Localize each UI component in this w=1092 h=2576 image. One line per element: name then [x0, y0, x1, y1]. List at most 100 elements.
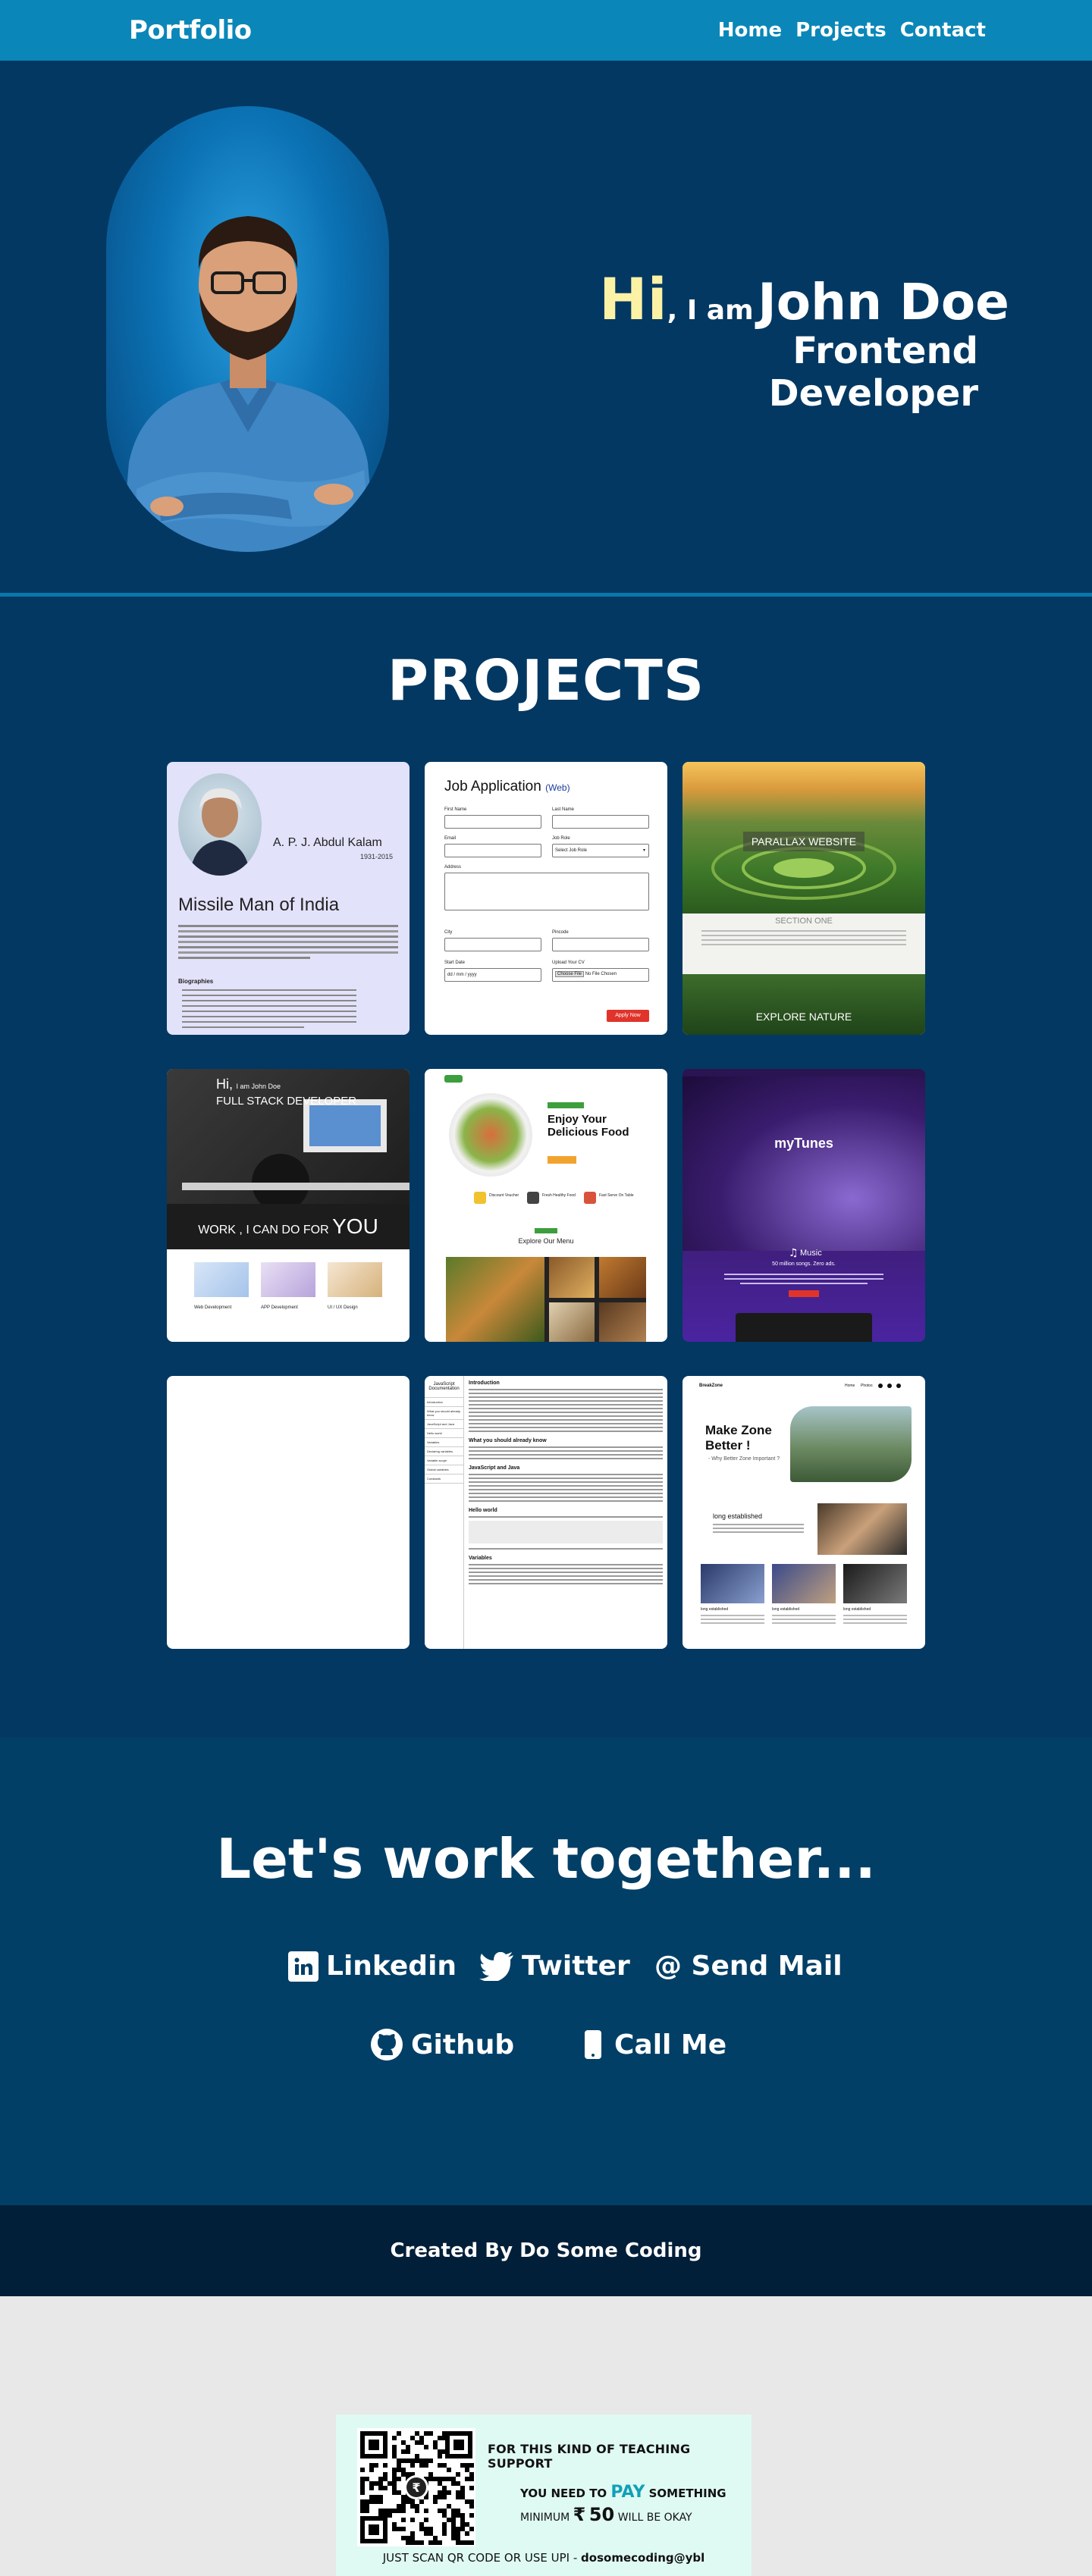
input-first-name[interactable]	[444, 815, 541, 829]
project-card-kalam[interactable]: A. P. J. Abdul Kalam 1931-2015 Missile M…	[167, 762, 410, 1035]
food-menu-title: Explore Our Menu	[518, 1237, 574, 1245]
call-me-link[interactable]: Call Me	[579, 2028, 726, 2061]
label-address: Address	[444, 865, 462, 870]
hero-hi: Hi	[599, 265, 667, 333]
input-upload-cv[interactable]: Choose File No File Chosen	[552, 968, 649, 982]
fullstack-service-app	[261, 1262, 315, 1297]
input-last-name[interactable]	[552, 815, 649, 829]
docs-sidebar-title: JavaScript Documentation	[428, 1382, 460, 1391]
kalam-text-lines	[178, 925, 398, 959]
choose-file-button[interactable]: Choose File	[555, 971, 585, 977]
linkedin-label: Linkedin	[326, 1951, 457, 1982]
project-card-blank[interactable]	[167, 1376, 410, 1649]
kalam-headline: Missile Man of India	[178, 895, 340, 915]
hero-greeting: Hi, I am John Doe	[599, 265, 1009, 333]
project-card-mytunes[interactable]: myTunes ♫ Music 50 million songs. Zero a…	[682, 1069, 925, 1342]
github-link[interactable]: Github	[370, 2028, 514, 2061]
project-card-js-docs[interactable]: JavaScript Documentation Introduction Wh…	[425, 1376, 667, 1649]
breakzone-thumb-3	[843, 1564, 907, 1603]
twitter-link[interactable]: Twitter	[479, 1951, 630, 1982]
project-card-food[interactable]: Enjoy Your Delicious Food Discount Vouch…	[425, 1069, 667, 1342]
parallax-section-title: SECTION ONE	[775, 917, 833, 926]
fullstack-service-ux	[328, 1262, 382, 1297]
input-email[interactable]	[444, 844, 541, 857]
send-mail-link[interactable]: @ Send Mail	[654, 1951, 843, 1982]
at-icon: @ Send Mail	[654, 1951, 843, 1982]
food-feature-fresh: Fresh Healthy Food	[542, 1193, 576, 1198]
docs-sidebar: JavaScript Documentation Introduction Wh…	[425, 1376, 464, 1649]
call-me-label: Call Me	[614, 2029, 727, 2060]
kalam-name: A. P. J. Abdul Kalam	[273, 836, 382, 849]
docs-sidebar-item[interactable]: Constants	[425, 1474, 463, 1484]
chevron-down-icon: ▾	[642, 848, 645, 853]
nav-link-home[interactable]: Home	[718, 19, 782, 42]
input-pincode[interactable]	[552, 938, 649, 951]
project-card-fullstack[interactable]: Hi, I am John Doe FULL STACK DEVELOPER W…	[167, 1069, 410, 1342]
select-job-role[interactable]: Select Job Role ▾	[552, 844, 649, 857]
apply-now-button[interactable]: Apply Now	[607, 1010, 649, 1022]
hero-iam: , I am	[667, 295, 754, 326]
breakzone-item-title: long established	[772, 1607, 800, 1612]
mytunes-cta-button[interactable]	[789, 1290, 819, 1297]
breakzone-block-title: long established	[713, 1512, 763, 1520]
input-city[interactable]	[444, 938, 541, 951]
github-icon	[370, 2028, 403, 2061]
docs-sidebar-item[interactable]: JavaScript and Java	[425, 1419, 463, 1428]
fullstack-service-app-label: APP Development	[261, 1305, 298, 1310]
docs-sidebar-item[interactable]: Hello world	[425, 1428, 463, 1437]
contact-title: Let's work together...	[216, 1827, 876, 1891]
project-card-breakzone[interactable]: BreakZone Home Photos Make Zone Better !…	[682, 1376, 925, 1649]
docs-sidebar-item[interactable]: Variables	[425, 1437, 463, 1446]
docs-sidebar-item[interactable]: Introduction	[425, 1397, 463, 1406]
breakzone-item-lines	[701, 1615, 907, 1624]
footer: Created By Do Some Coding	[0, 2205, 1092, 2296]
qr-code: ₹	[357, 2428, 475, 2546]
breakzone-hero-image	[790, 1406, 912, 1482]
food-order-button[interactable]	[548, 1156, 576, 1164]
food-feature-fresh-icon	[527, 1192, 539, 1204]
mytunes-text-lines	[724, 1274, 883, 1284]
food-menu-grid	[446, 1257, 646, 1342]
footer-credit: Created By Do Some Coding	[390, 2239, 702, 2262]
input-address[interactable]	[444, 873, 649, 910]
food-logo-icon	[444, 1075, 463, 1083]
rupee-icon: ₹	[573, 2504, 586, 2525]
docs-sidebar-item[interactable]: Global variables	[425, 1465, 463, 1474]
food-feature-voucher-icon	[474, 1192, 486, 1204]
breakzone-nav-home[interactable]: Home	[845, 1384, 855, 1388]
docs-sidebar-item[interactable]: Variable scope	[425, 1456, 463, 1465]
nav-links: Home Projects Contact	[718, 19, 986, 42]
kalam-biographies: Biographies	[178, 978, 214, 985]
nav-link-contact[interactable]: Contact	[900, 19, 986, 42]
fullstack-service-web-label: Web Development	[194, 1305, 232, 1310]
project-card-job-application[interactable]: Job Application (Web) First Name Last Na…	[425, 762, 667, 1035]
label-city: City	[444, 930, 453, 935]
food-feature-fast: Fast Serve On Table	[599, 1193, 634, 1198]
project-card-parallax[interactable]: PARALLAX WEBSITE SECTION ONE EXPLORE NAT…	[682, 762, 925, 1035]
docs-section-title: What you should already know	[469, 1438, 547, 1443]
breakzone-block-image	[817, 1503, 907, 1555]
support-upi-line: JUST SCAN QR CODE OR USE UPI - dosomecod…	[382, 2551, 705, 2565]
parallax-bottom-image	[682, 974, 925, 1035]
breakzone-item-title: long established	[701, 1607, 729, 1612]
label-first-name: First Name	[444, 807, 467, 812]
input-start-date[interactable]: dd / mm / yyyy	[444, 968, 541, 982]
support-banner: ₹ FOR THIS KIND OF TEACHING SUPPORT YOU …	[336, 2415, 752, 2576]
github-label: Github	[411, 2029, 515, 2060]
nav-link-projects[interactable]: Projects	[795, 19, 886, 42]
linkedin-icon	[288, 1951, 318, 1982]
label-email: Email	[444, 836, 457, 841]
docs-section-title: Hello world	[469, 1508, 497, 1513]
linkedin-link[interactable]: Linkedin	[288, 1951, 457, 1982]
brand-logo[interactable]: Portfolio	[129, 15, 252, 45]
docs-sidebar-item[interactable]: Declaring variables	[425, 1446, 463, 1456]
breakzone-nav-photos[interactable]: Photos	[861, 1384, 873, 1388]
profile-photo	[106, 106, 389, 552]
breakzone-thumb-1	[701, 1564, 764, 1603]
mytunes-music-icon: ♫	[789, 1247, 799, 1259]
breakzone-thumb-2	[772, 1564, 836, 1603]
docs-code-block	[469, 1521, 663, 1543]
phone-icon	[579, 2028, 607, 2061]
docs-sidebar-item[interactable]: What you should already know	[425, 1406, 463, 1419]
upi-id[interactable]: dosomecoding@ybl	[581, 2551, 704, 2565]
